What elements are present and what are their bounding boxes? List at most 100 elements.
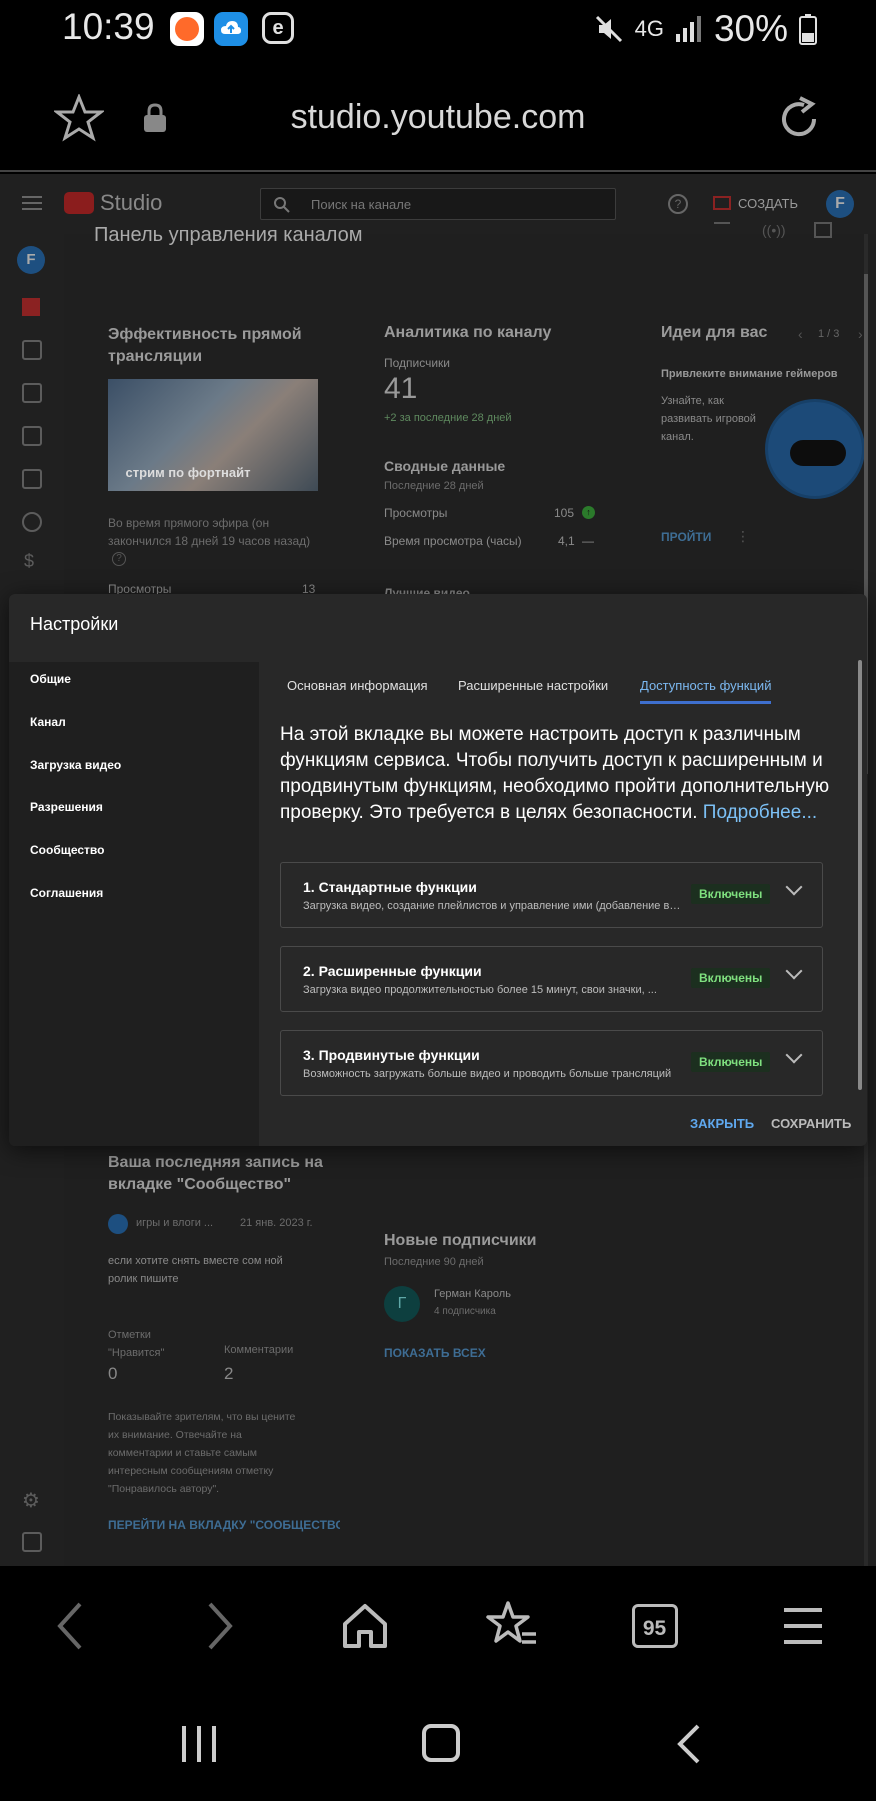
ideas-pager: 1 / 3 bbox=[818, 328, 840, 340]
feature-desc: Загрузка видео, создание плейлистов и уп… bbox=[303, 900, 683, 912]
subtitles-icon[interactable] bbox=[22, 469, 42, 489]
ideas-action-button[interactable]: ПРОЙТИ bbox=[661, 530, 711, 544]
feature-desc: Загрузка видео продолжительностью более … bbox=[303, 984, 657, 996]
ideas-card-title: Идеи для вас bbox=[661, 324, 768, 341]
nav-upload-defaults[interactable]: Загрузка видео bbox=[30, 758, 121, 772]
chevron-down-icon[interactable] bbox=[785, 1046, 803, 1064]
nav-general[interactable]: Общие bbox=[30, 672, 71, 686]
post-text: если хотите снять вместе сом ной ролик п… bbox=[108, 1255, 283, 1285]
studio-logo[interactable]: Studio bbox=[100, 190, 162, 216]
feature-desc: Возможность загружать больше видео и про… bbox=[303, 1068, 672, 1080]
home-icon[interactable] bbox=[341, 1602, 389, 1650]
likes-value: 0 bbox=[108, 1364, 118, 1383]
recent-apps-icon[interactable] bbox=[178, 1724, 220, 1764]
browser-toolbar bbox=[0, 1566, 876, 1686]
tab-basic-info[interactable]: Основная информация bbox=[287, 678, 428, 693]
learn-more-link[interactable]: Подробнее... bbox=[703, 802, 817, 823]
subscriber-count: 4 подписчика bbox=[434, 1306, 496, 1317]
subscriber-avatar[interactable]: Г bbox=[384, 1286, 420, 1322]
battery-icon bbox=[799, 14, 817, 45]
comments-icon[interactable] bbox=[22, 426, 42, 446]
search-input[interactable]: Поиск на канале bbox=[260, 188, 616, 220]
feature-standard[interactable]: 1. Стандартные функции Загрузка видео, с… bbox=[280, 862, 823, 928]
monetization-icon[interactable]: $ bbox=[24, 551, 34, 572]
feature-title: 1. Стандартные функции bbox=[303, 879, 477, 895]
ideas-prev-icon[interactable]: ‹ bbox=[798, 326, 803, 342]
feature-title: 2. Расширенные функции bbox=[303, 963, 482, 979]
copyright-icon[interactable] bbox=[22, 512, 42, 532]
chevron-down-icon[interactable] bbox=[785, 878, 803, 896]
menu-icon[interactable] bbox=[22, 196, 42, 210]
close-button[interactable]: ЗАКРЫТЬ bbox=[690, 1116, 754, 1131]
forward-arrow-icon[interactable] bbox=[202, 1600, 238, 1652]
thumbnail-caption: стрим по фортнайт bbox=[125, 465, 251, 480]
status-time: 10:39 bbox=[62, 6, 155, 47]
ideas-next-icon[interactable]: › bbox=[858, 326, 863, 342]
subscriber-name[interactable]: Герман Кароль bbox=[434, 1288, 511, 1300]
info-help-icon[interactable]: ? bbox=[112, 552, 126, 566]
ideas-text: Узнайте, как развивать игровой канал. bbox=[661, 395, 756, 443]
home-button-icon[interactable] bbox=[422, 1724, 460, 1762]
nav-permissions[interactable]: Разрешения bbox=[30, 800, 103, 814]
nav-community[interactable]: Сообщество bbox=[30, 843, 104, 857]
dashboard-icon[interactable] bbox=[22, 298, 40, 316]
settings-dialog: Настройки Общие Канал Загрузка видео Раз… bbox=[9, 594, 867, 1146]
chevron-down-icon[interactable] bbox=[785, 962, 803, 980]
feature-intermediate[interactable]: 2. Расширенные функции Загрузка видео пр… bbox=[280, 946, 823, 1012]
community-link[interactable]: ПЕРЕЙТИ НА ВКЛАДКУ "СООБЩЕСТВО bbox=[108, 1518, 340, 1532]
feature-advanced[interactable]: 3. Продвинутые функции Возможность загру… bbox=[280, 1030, 823, 1096]
views-value: 105 bbox=[554, 506, 575, 520]
stream-card-title: Эффективность прямой трансляции bbox=[108, 326, 302, 365]
subscribers-period: Последние 90 дней bbox=[384, 1256, 484, 1268]
community-card-title: Ваша последняя запись на вкладке "Сообще… bbox=[108, 1154, 323, 1193]
stream-note: Во время прямого эфира (он закончился 18… bbox=[108, 516, 311, 548]
feature-title: 3. Продвинутые функции bbox=[303, 1047, 480, 1063]
status-badge: Включены bbox=[691, 968, 771, 988]
tab-feature-eligibility[interactable]: Доступность функций bbox=[640, 678, 771, 693]
trend-up-icon: ↑ bbox=[582, 506, 595, 519]
watch-time-trend: — bbox=[582, 534, 594, 548]
summary-period: Последние 28 дней bbox=[384, 480, 484, 492]
mute-icon bbox=[595, 15, 622, 43]
live-icon[interactable]: ((•)) bbox=[762, 222, 786, 238]
channel-avatar[interactable]: F bbox=[17, 246, 45, 274]
nav-agreements[interactable]: Соглашения bbox=[30, 886, 103, 900]
comments-value: 2 bbox=[224, 1364, 234, 1383]
back-arrow-icon[interactable] bbox=[52, 1600, 88, 1652]
edge-browser-icon: e bbox=[262, 12, 294, 44]
edit-icon[interactable] bbox=[814, 222, 832, 238]
create-video-icon[interactable] bbox=[713, 196, 731, 210]
app-notification-icon bbox=[170, 12, 204, 46]
content-icon[interactable] bbox=[22, 340, 42, 360]
subs-value: 41 bbox=[384, 372, 418, 405]
create-button[interactable]: СОЗДАТЬ bbox=[738, 196, 798, 211]
help-icon[interactable]: ? bbox=[668, 194, 688, 214]
feedback-icon[interactable] bbox=[22, 1532, 42, 1552]
tab-advanced-settings[interactable]: Расширенные настройки bbox=[458, 678, 608, 693]
stream-thumbnail[interactable]: стрим по фортнайт bbox=[108, 379, 318, 491]
dialog-scrollbar[interactable] bbox=[858, 660, 862, 1090]
upload-icon[interactable] bbox=[714, 222, 730, 238]
more-vert-icon[interactable]: ⋮ bbox=[736, 528, 750, 545]
settings-gear-icon[interactable]: ⚙ bbox=[22, 1488, 40, 1513]
gamepad-illustration bbox=[765, 399, 865, 499]
reload-icon[interactable] bbox=[774, 94, 824, 144]
tabs-icon[interactable]: 95 bbox=[632, 1604, 678, 1648]
settings-title: Настройки bbox=[30, 614, 119, 634]
gamepad-icon bbox=[790, 440, 846, 466]
address-url[interactable]: studio.youtube.com bbox=[0, 98, 876, 137]
analytics-icon[interactable] bbox=[22, 383, 42, 403]
menu-icon[interactable] bbox=[782, 1606, 824, 1646]
status-indicators: 4G 30% bbox=[593, 8, 818, 50]
summary-title: Сводные данные bbox=[384, 458, 506, 474]
nav-channel[interactable]: Канал bbox=[30, 715, 66, 729]
save-button[interactable]: СОХРАНИТЬ bbox=[771, 1116, 851, 1131]
account-avatar[interactable]: F bbox=[826, 190, 854, 218]
settings-nav bbox=[9, 662, 259, 1146]
analytics-card-title: Аналитика по каналу bbox=[384, 324, 552, 341]
system-back-icon[interactable] bbox=[674, 1722, 704, 1766]
bookmarks-icon[interactable] bbox=[486, 1600, 538, 1650]
search-placeholder: Поиск на канале bbox=[311, 197, 412, 212]
show-all-button[interactable]: ПОКАЗАТЬ ВСЕХ bbox=[384, 1346, 486, 1360]
youtube-logo-icon[interactable] bbox=[64, 192, 94, 214]
